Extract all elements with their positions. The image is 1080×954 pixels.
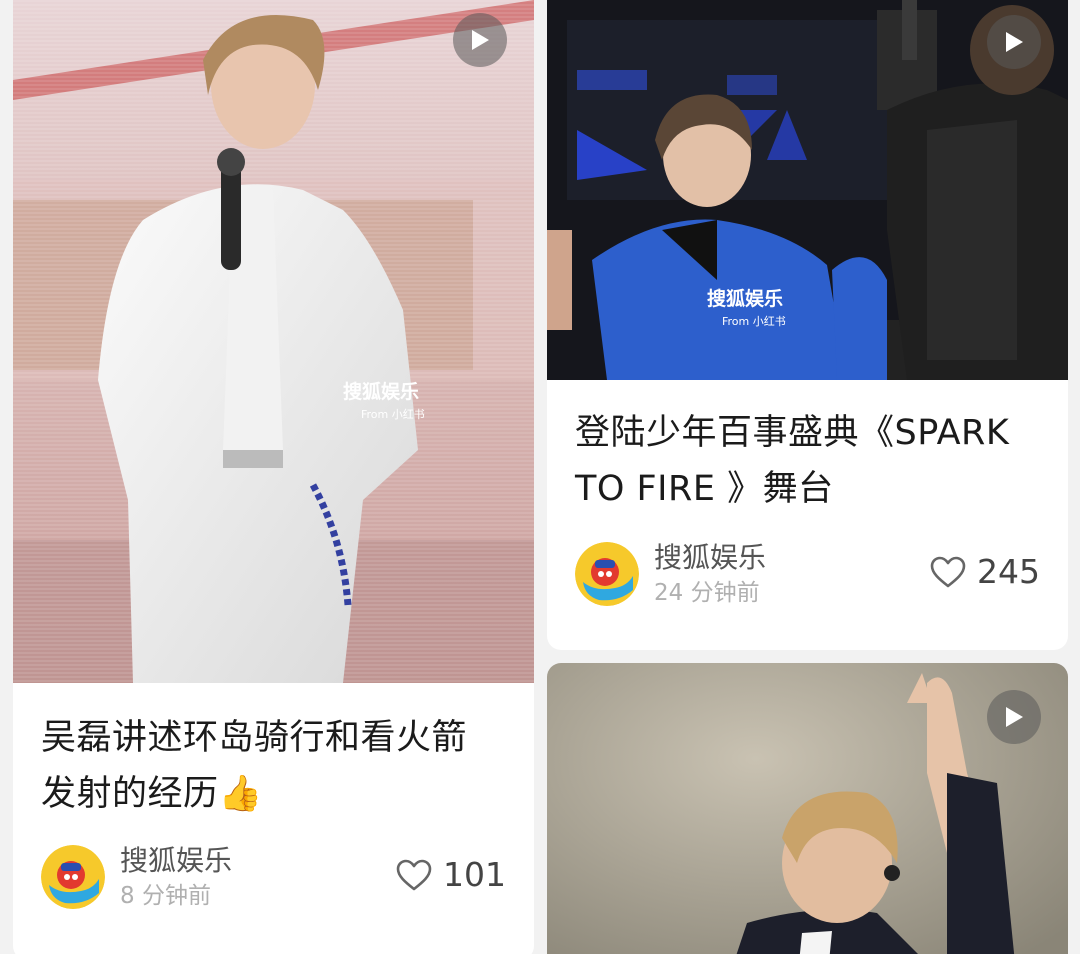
video-feed: 搜狐娱乐 From 小红书 吴磊讲述环岛骑行和看火箭 发射的经历👍 搜狐娱乐 8… [0, 0, 1080, 954]
post-card[interactable]: 搜狐娱乐 From 小红书 登陆少年百事盛典《SPARK TO FIRE 》舞台… [547, 0, 1068, 650]
sohu-entertainment-logo [575, 542, 639, 606]
heart-outline-icon [930, 556, 966, 588]
play-icon [1006, 32, 1023, 52]
thumbnail-image: 搜狐娱乐 From 小红书 [13, 0, 534, 683]
post-title[interactable]: 吴磊讲述环岛骑行和看火箭 发射的经历👍 [41, 710, 506, 822]
thumbnail-image: 搜狐娱乐 From 小红书 [547, 0, 1068, 380]
author-avatar[interactable] [575, 542, 639, 606]
like-button[interactable]: 101 [395, 855, 506, 895]
like-count: 101 [443, 855, 506, 894]
watermark-text: 搜狐娱乐 [707, 287, 783, 310]
post-meta: 搜狐娱乐 8 分钟前 101 [41, 843, 506, 911]
author-name[interactable]: 搜狐娱乐 [654, 540, 766, 576]
video-thumbnail[interactable]: 搜狐娱乐 From 小红书 [547, 0, 1068, 380]
play-button[interactable] [987, 15, 1041, 69]
author-name[interactable]: 搜狐娱乐 [120, 843, 232, 879]
like-button[interactable]: 245 [929, 552, 1040, 592]
post-time: 24 分钟前 [654, 580, 760, 606]
post-time: 8 分钟前 [120, 883, 211, 909]
author-avatar[interactable] [41, 845, 105, 909]
like-count: 245 [977, 552, 1040, 591]
post-card[interactable] [547, 663, 1068, 954]
heart-outline-icon [396, 859, 432, 891]
play-icon [1006, 707, 1023, 727]
video-thumbnail[interactable]: 搜狐娱乐 From 小红书 [13, 0, 534, 683]
watermark-text: 搜狐娱乐 [343, 380, 419, 403]
watermark-subtext: From 小红书 [722, 315, 786, 328]
play-button[interactable] [987, 690, 1041, 744]
post-meta: 搜狐娱乐 24 分钟前 245 [575, 540, 1040, 608]
sohu-entertainment-logo [41, 845, 105, 909]
post-card[interactable]: 搜狐娱乐 From 小红书 吴磊讲述环岛骑行和看火箭 发射的经历👍 搜狐娱乐 8… [13, 0, 534, 954]
play-icon [472, 30, 489, 50]
watermark-subtext: From 小红书 [361, 408, 425, 421]
video-thumbnail[interactable] [547, 663, 1068, 954]
post-title[interactable]: 登陆少年百事盛典《SPARK TO FIRE 》舞台 [575, 405, 1040, 517]
play-button[interactable] [453, 13, 507, 67]
